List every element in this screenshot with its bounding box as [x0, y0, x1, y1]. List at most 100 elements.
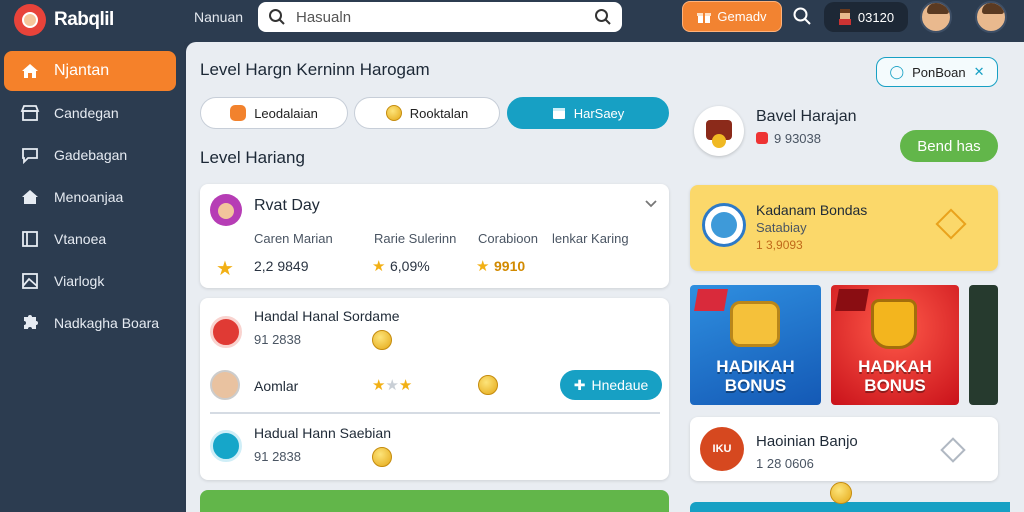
coin-icon — [385, 105, 402, 121]
user-avatar[interactable] — [975, 1, 1007, 33]
sidebar-item-list[interactable]: Vtanoea — [4, 219, 176, 259]
column-label: Rarie Sulerinn — [374, 231, 457, 246]
trophy-icon — [871, 299, 917, 349]
main-panel: Level Hargn Kerninn Harogam Leodalaian R… — [186, 42, 1024, 512]
promo-tile-2[interactable]: HADKAH BONUS — [831, 285, 959, 405]
home-icon — [20, 61, 40, 81]
balance-pill[interactable]: 03120 — [824, 2, 908, 32]
bonus-value: 1 3,9093 — [756, 238, 803, 252]
level-card-title: Rvat Day — [254, 197, 320, 214]
filter-orange-icon — [230, 105, 247, 121]
level-value-2: 6,09% — [390, 258, 430, 274]
level-card[interactable]: Rvat Day Caren Marian Rarie Sulerinn Cor… — [200, 184, 669, 288]
friend-avatar[interactable] — [920, 1, 952, 33]
profile-code: 9 93038 — [774, 131, 821, 146]
promo-button-label: Gemadv — [717, 9, 767, 24]
sidebar-item-chat[interactable]: Gadebagan — [4, 135, 176, 175]
header-chip[interactable]: ◯ PonBoan ✕ — [876, 57, 998, 87]
sidebar-item-house[interactable]: Menoanjaa — [4, 177, 176, 217]
row-name: Aomlar — [254, 378, 299, 394]
search-submit-icon[interactable] — [594, 8, 612, 26]
filter-tab-3[interactable]: HarSaey — [507, 97, 669, 129]
coin-icon — [372, 330, 392, 350]
bottom-card[interactable]: IKU Haoinian Banjo 1 28 0606 — [690, 417, 998, 481]
image-icon — [20, 271, 40, 291]
column-label: Caren Marian — [254, 231, 333, 246]
top-search-icon[interactable] — [792, 6, 812, 26]
filter-tab-2[interactable]: Rooktalan — [354, 97, 500, 129]
send-button-label: Bend has — [917, 137, 981, 155]
teal-badge-icon — [210, 430, 242, 462]
house-icon — [20, 187, 40, 207]
star-icon: ★ — [372, 258, 386, 275]
search-input[interactable] — [296, 8, 594, 26]
sidebar: Njantan Candegan Gadebagan Menoanjaa Vta… — [0, 42, 184, 512]
sidebar-item-label: Candegan — [54, 105, 119, 121]
treasure-icon — [730, 301, 780, 347]
close-icon[interactable]: ✕ — [974, 64, 985, 80]
filter-tab-1[interactable]: Leodalaian — [200, 97, 348, 129]
search-bar[interactable] — [258, 2, 622, 32]
sidebar-item-label: Viarlogk — [54, 273, 105, 289]
promo-line-1: HADIKAH — [716, 357, 795, 376]
chat-icon — [20, 145, 40, 165]
coin-icon — [830, 482, 852, 504]
search-icon — [268, 8, 286, 26]
promo-line-1: HADKAH — [858, 357, 932, 376]
profile-name: Bavel Harajan — [756, 108, 857, 125]
promo-line-2: BONUS — [724, 376, 787, 395]
row-title: Hadual Hann Saebian — [254, 425, 391, 441]
sidebar-item-image[interactable]: Viarlogk — [4, 261, 176, 301]
diamond-icon — [940, 437, 966, 463]
gift-icon — [697, 10, 712, 24]
promo-line-2: BONUS — [864, 376, 926, 395]
chip-icon: ◯ — [889, 64, 905, 79]
send-button[interactable]: Bend has — [900, 130, 998, 162]
list-card: Handal Hanal Sordame 91 2838 Aomlar ★★★ … — [200, 298, 669, 480]
sidebar-item-label: Nadkagha Boara — [54, 315, 160, 331]
sidebar-item-puzzle[interactable]: Nadkagha Boara — [4, 303, 176, 343]
row-title: Handal Hanal Sordame — [254, 308, 400, 324]
player-avatar — [210, 194, 242, 226]
level-value-1: 2,2 9849 — [254, 258, 309, 274]
sidebar-item-label: Vtanoea — [54, 231, 107, 247]
badge-icon: IKU — [700, 427, 744, 471]
action-button-label: Hnedaue — [591, 377, 649, 393]
rating-stars: ★★★ — [372, 377, 413, 394]
top-bar: Rabqlil Nanuan Gemadv 03120 — [0, 0, 1024, 42]
green-action-bar[interactable] — [200, 490, 669, 512]
bonus-card[interactable]: Kadanam Bondas Satabiay 1 3,9093 — [690, 185, 998, 271]
filter-tab-label: HarSaey — [573, 105, 625, 121]
row-value: 91 2838 — [254, 332, 301, 347]
promo-tile-1[interactable]: HADIKAH BONUS — [690, 285, 821, 405]
divider — [210, 412, 660, 414]
coin-icon — [478, 375, 498, 395]
store-icon — [20, 103, 40, 123]
sidebar-item-label: Njantan — [54, 62, 110, 79]
filter-tab-label: Leodalaian — [254, 105, 318, 121]
column-label: Corabioon — [478, 231, 538, 246]
globe-icon — [702, 203, 746, 247]
section-title: Level Hariang — [200, 148, 305, 167]
promo-button[interactable]: Gemadv — [682, 1, 782, 32]
logo[interactable]: Rabqlil — [14, 4, 114, 36]
star-icon: ★ — [476, 258, 490, 275]
chevron-down-icon[interactable] — [645, 200, 657, 208]
diamond-icon — [935, 208, 967, 240]
bonus-subtitle: Satabiay — [756, 220, 807, 235]
logo-mascot-icon — [14, 4, 46, 36]
promo-tile-3[interactable] — [969, 285, 998, 405]
tag-icon — [756, 132, 768, 144]
app-name: Rabqlil — [54, 9, 114, 30]
top-nav-link[interactable]: Nanuan — [194, 9, 243, 25]
red-badge-icon — [210, 316, 242, 348]
puzzle-icon — [20, 313, 40, 333]
action-button[interactable]: ✚ Hnedaue — [560, 370, 662, 400]
sidebar-item-store[interactable]: Candegan — [4, 93, 176, 133]
puzzle-icon: ✚ — [573, 376, 586, 393]
calendar-icon — [552, 106, 566, 120]
sidebar-item-home[interactable]: Njantan — [4, 51, 176, 91]
badge-text: IKU — [712, 443, 732, 455]
character-icon — [838, 9, 852, 25]
bottom-card-title: Haoinian Banjo — [756, 433, 858, 450]
